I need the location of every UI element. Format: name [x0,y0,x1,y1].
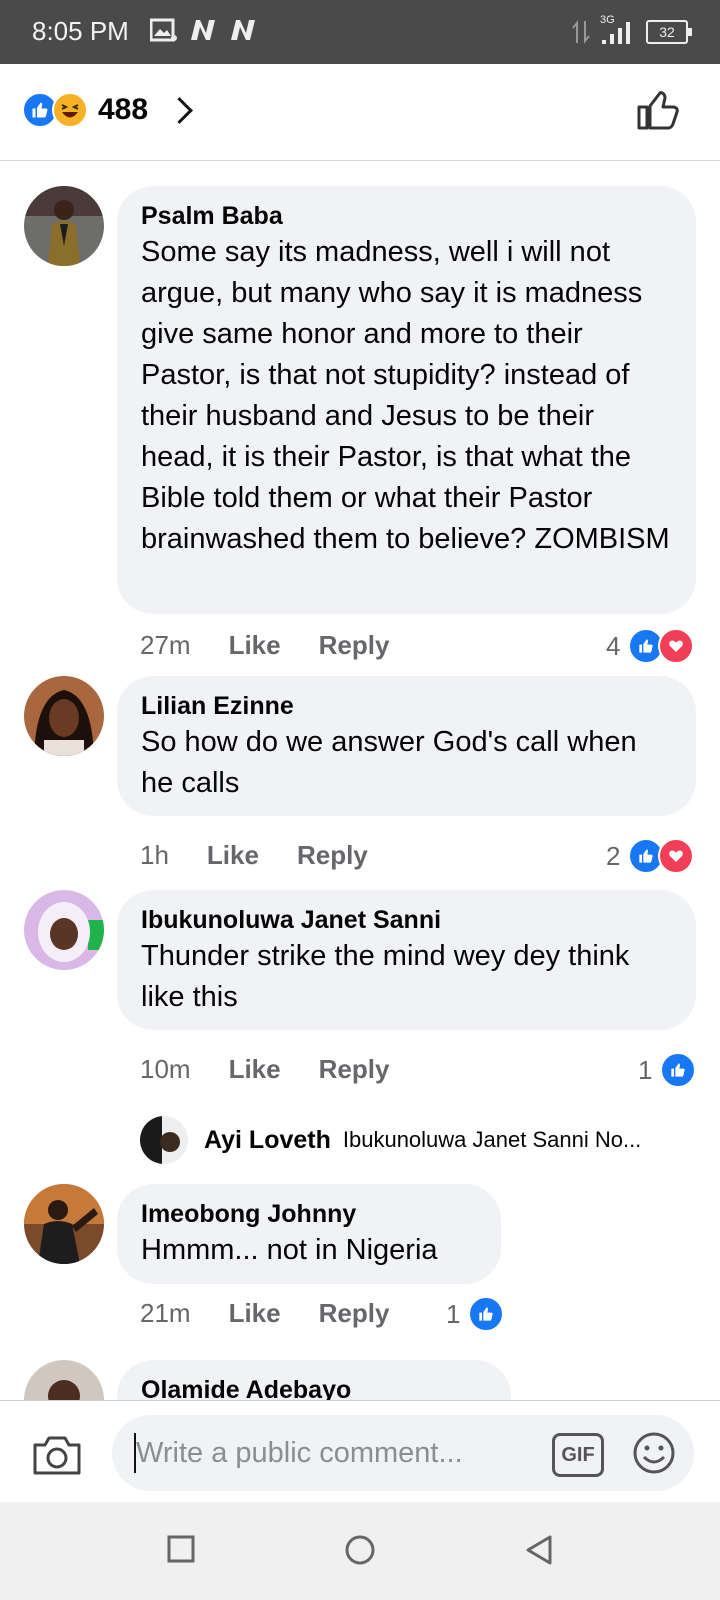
comment-reactions[interactable]: 4 [606,628,695,664]
comment-author[interactable]: Ibukunoluwa Janet Sanni [141,904,672,936]
comment-time[interactable]: 27m [140,630,191,661]
status-notification-icons [150,18,258,42]
comment-author[interactable]: Psalm Baba [141,200,672,232]
avatar[interactable] [24,186,104,266]
reply-author: Ayi Loveth [204,1125,331,1154]
reply-button[interactable]: Reply [297,840,368,871]
comment-time[interactable]: 1h [140,840,169,871]
reaction-count: 4 [606,630,621,661]
circle-icon [345,1535,375,1565]
comment-composer: GIF [0,1400,720,1503]
like-post-button[interactable] [636,88,680,137]
avatar [140,1116,188,1164]
news-app-icon [191,20,215,40]
camera-icon [33,1436,81,1475]
comment-actions: 27m Like Reply [140,630,389,661]
status-system-icons: 3G 32 [572,14,692,46]
reply-button[interactable]: Reply [319,1298,390,1329]
back-button[interactable] [524,1534,556,1571]
system-navigation-bar [0,1502,720,1600]
reaction-count: 1 [638,1054,653,1085]
comment-reactions[interactable]: 2 [606,838,695,874]
comment-input-container: GIF [112,1415,694,1491]
comment-actions: 1h Like Reply [140,840,368,871]
triangle-back-icon [526,1535,552,1565]
reply-text: Ibukunoluwa Janet Sanni No... [342,1127,642,1152]
comment-list: Psalm Baba Some say its madness, well i … [0,160,720,1400]
camera-button[interactable] [32,1433,82,1482]
reaction-count: 2 [606,840,621,871]
reply-preview[interactable]: Ayi Loveth Ibukunoluwa Janet Sanni No... [140,1116,688,1164]
home-button[interactable] [344,1534,376,1571]
comment-text: Hmmm... not in Nigeria [141,1234,438,1266]
reaction-count: 488 [98,93,149,126]
like-button[interactable]: Like [229,1298,281,1329]
like-reaction-icon [660,1052,697,1088]
avatar[interactable] [24,1184,104,1264]
signal-icon: 3G [600,14,636,46]
smiley-icon [633,1432,675,1474]
comments-sheet: 488 Psalm Baba Some say its madness, wel… [0,64,720,1503]
reaction-count: 1 [446,1298,461,1329]
haha-reaction-icon [52,92,88,128]
comment-actions: 21m Like Reply [140,1298,389,1329]
chevron-right-icon [166,96,193,124]
reactions-header: 488 [0,64,720,161]
comment-bubble[interactable]: Lilian Ezinne So how do we answer God's … [117,676,696,816]
comment-time[interactable]: 21m [140,1298,191,1329]
avatar[interactable] [24,890,104,970]
battery-icon: 32 [646,20,692,44]
news-app-icon [231,20,255,40]
avatar[interactable] [24,1360,104,1400]
avatar[interactable] [24,676,104,756]
comment-author[interactable]: Imeobong Johnny [141,1198,477,1230]
square-icon [167,1535,195,1563]
comment-author[interactable]: Lilian Ezinne [141,690,672,722]
comment-text: So how do we answer God's call when he c… [141,726,637,799]
like-button[interactable]: Like [229,1054,281,1085]
comment-input[interactable] [134,1429,518,1477]
gif-button[interactable]: GIF [552,1433,604,1477]
comment-reactions[interactable]: 1 [446,1296,505,1332]
like-button[interactable]: Like [229,630,281,661]
comment-text: Some say its madness, well i will not ar… [141,236,670,555]
heart-reaction-icon [658,838,695,874]
like-reaction-icon [468,1296,505,1332]
like-button[interactable]: Like [207,840,259,871]
status-bar: 8:05 PM 3G 32 [0,0,720,64]
comment-time[interactable]: 10m [140,1054,191,1085]
gallery-icon [150,18,177,42]
reaction-summary[interactable]: 488 [22,92,193,128]
comment-bubble[interactable]: Psalm Baba Some say its madness, well i … [117,186,696,614]
thumbs-up-outline-icon [637,91,679,130]
comment-bubble[interactable]: Olamide Adebayo [117,1360,511,1400]
status-time: 8:05 PM [32,16,129,46]
comment-author[interactable]: Olamide Adebayo [141,1374,487,1400]
comment-bubble[interactable]: Imeobong Johnny Hmmm... not in Nigeria [117,1184,501,1284]
comment-reactions[interactable]: 1 [638,1052,697,1088]
data-transfer-icon [572,20,590,44]
emoji-button[interactable] [632,1431,676,1480]
comment-text: Thunder strike the mind wey dey think li… [141,940,630,1013]
comment-bubble[interactable]: Ibukunoluwa Janet Sanni Thunder strike t… [117,890,696,1030]
heart-reaction-icon [658,628,695,664]
recent-apps-button[interactable] [166,1534,196,1569]
comment-actions: 10m Like Reply [140,1054,389,1085]
reply-button[interactable]: Reply [319,630,390,661]
reply-button[interactable]: Reply [319,1054,390,1085]
